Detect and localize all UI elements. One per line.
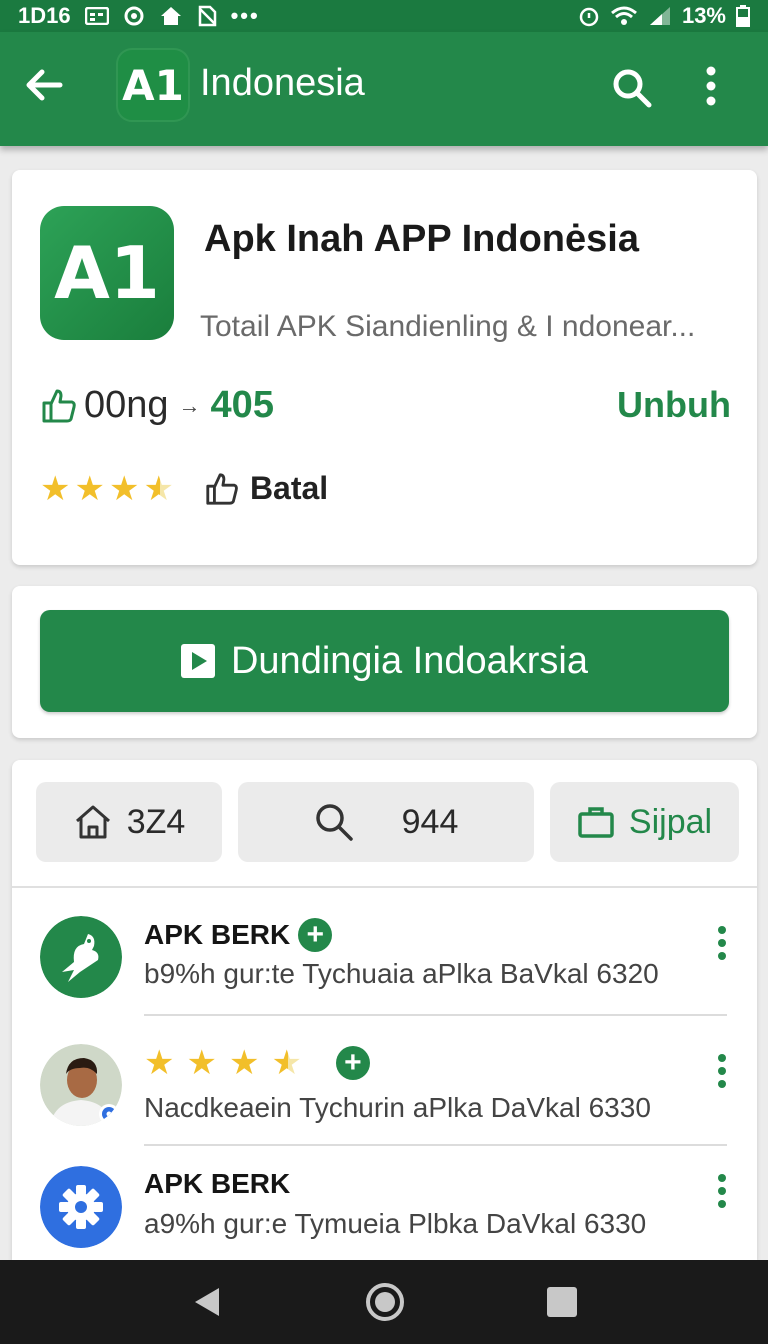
rating-row: ★ ★ ★ ★ Batal: [40, 470, 328, 507]
wifi-icon: [610, 6, 637, 25]
install-link[interactable]: Unbuh: [617, 384, 731, 426]
chip-search[interactable]: 944: [238, 782, 534, 862]
download-card: Dundingia Indoakrsia: [12, 586, 757, 738]
no-sim-icon: [198, 5, 216, 27]
calendar-icon: [84, 7, 109, 25]
batal-button[interactable]: Batal: [204, 470, 328, 507]
app-subtitle: Totail APK Siandienling & I ndonear...: [200, 310, 696, 343]
home-status-icon: [160, 7, 181, 25]
system-nav-bar: [0, 1260, 768, 1344]
app-logo: A1: [116, 48, 190, 122]
list-item-name: APK BERK: [144, 1168, 291, 1199]
list-item-desc: b9%h gur:te Tychuaia aPlka BaVkal 6320: [144, 958, 659, 989]
bird-icon: [40, 916, 122, 998]
chip-bag-label: Sijpal: [628, 802, 713, 841]
status-bar: 1D16 ••• 13%: [0, 0, 768, 32]
person-avatar: [40, 1044, 122, 1126]
gear-icon: [40, 1166, 122, 1248]
thumbs-up-icon: [42, 389, 76, 422]
list-item[interactable]: ★ ★ ★ ★ + Nacdkeaein Tychurin aPlka DaVk…: [12, 1030, 757, 1148]
star-icon: ★: [74, 469, 105, 508]
chip-bag[interactable]: Sijpal: [550, 782, 739, 862]
status-time: 1D16: [18, 3, 71, 28]
divider: [12, 886, 757, 888]
item-menu-icon[interactable]: [717, 926, 727, 960]
stat-value: 405: [210, 384, 274, 426]
battery-percent: 13%: [681, 3, 726, 28]
download-stat: 00ng → 405: [40, 384, 274, 427]
list-item[interactable]: APK BERK a9%h gur:e Tymueia Plbka DaVkal…: [12, 1152, 757, 1270]
star-icon: ★: [228, 1044, 260, 1082]
signal-icon: [649, 7, 670, 25]
overflow-menu-icon[interactable]: [706, 66, 716, 106]
nav-home-icon[interactable]: [364, 1281, 406, 1323]
star-icon: ★: [40, 469, 71, 508]
plus-icon[interactable]: +: [298, 918, 333, 952]
chip-home-label: 3Z4: [126, 802, 186, 841]
target-icon: [124, 6, 144, 26]
chip-home[interactable]: 3Z4: [36, 782, 222, 862]
nav-back-icon[interactable]: [189, 1284, 225, 1320]
nav-recents-icon[interactable]: [545, 1285, 579, 1319]
play-icon: [180, 644, 215, 678]
thumbs-up-outline-icon: [206, 472, 238, 505]
bag-icon: [578, 807, 614, 838]
list-item-name: APK BERK: [144, 919, 291, 950]
list-card: 3Z4 944 Sijpal APK BERK + b9%h gur:te Ty…: [12, 760, 757, 1260]
list-item-desc: Nacdkeaein Tychurin aPlka DaVkal 6330: [144, 1092, 651, 1123]
list-item-rating: ★ ★ ★ ★ +: [144, 1046, 370, 1080]
more-notifications-icon: •••: [230, 3, 260, 28]
app-name: Apk Inah APP Indonėsia: [204, 218, 639, 260]
stat-label: 00ng: [84, 384, 169, 426]
star-icon: ★: [108, 469, 140, 508]
list-item[interactable]: APK BERK + b9%h gur:te Tychuaia aPlka Ba…: [12, 900, 757, 1018]
app-bar: A1 Indonesia: [0, 32, 768, 146]
star-icon: ★: [144, 1044, 175, 1082]
chip-row: 3Z4 944 Sijpal: [36, 782, 739, 862]
download-button[interactable]: Dundingia Indoakrsia: [40, 610, 729, 712]
chip-search-label: 944: [401, 802, 459, 841]
battery-icon: [736, 5, 750, 27]
star-icon: ★: [186, 1044, 217, 1082]
item-menu-icon[interactable]: [717, 1054, 727, 1088]
app-icon: A1: [40, 206, 174, 340]
download-button-label: Dundingia Indoakrsia: [230, 639, 588, 682]
home-icon: [75, 805, 110, 839]
star-half-icon: ★: [271, 1044, 302, 1082]
app-bar-title: Indonesia: [200, 62, 365, 104]
list-item-desc: a9%h gur:e Tymueia Plbka DaVkal 6330: [144, 1208, 647, 1239]
star-half-icon: ★: [143, 469, 174, 508]
list-item-title: APK BERK: [144, 1168, 290, 1200]
app-info-card: A1 Apk Inah APP Indonėsia Totail APK Sia…: [12, 170, 757, 565]
row-separator: [144, 1144, 727, 1146]
item-menu-icon[interactable]: [717, 1174, 727, 1208]
search-icon[interactable]: [610, 66, 654, 110]
list-item-title: APK BERK +: [144, 918, 333, 952]
row-separator: [144, 1014, 727, 1016]
back-arrow-icon[interactable]: [22, 62, 68, 108]
alarm-icon: [579, 7, 599, 27]
batal-label: Batal: [249, 470, 329, 506]
plus-icon[interactable]: +: [335, 1046, 370, 1080]
arrow-right-icon: →: [178, 392, 201, 418]
search-icon: [315, 804, 353, 841]
